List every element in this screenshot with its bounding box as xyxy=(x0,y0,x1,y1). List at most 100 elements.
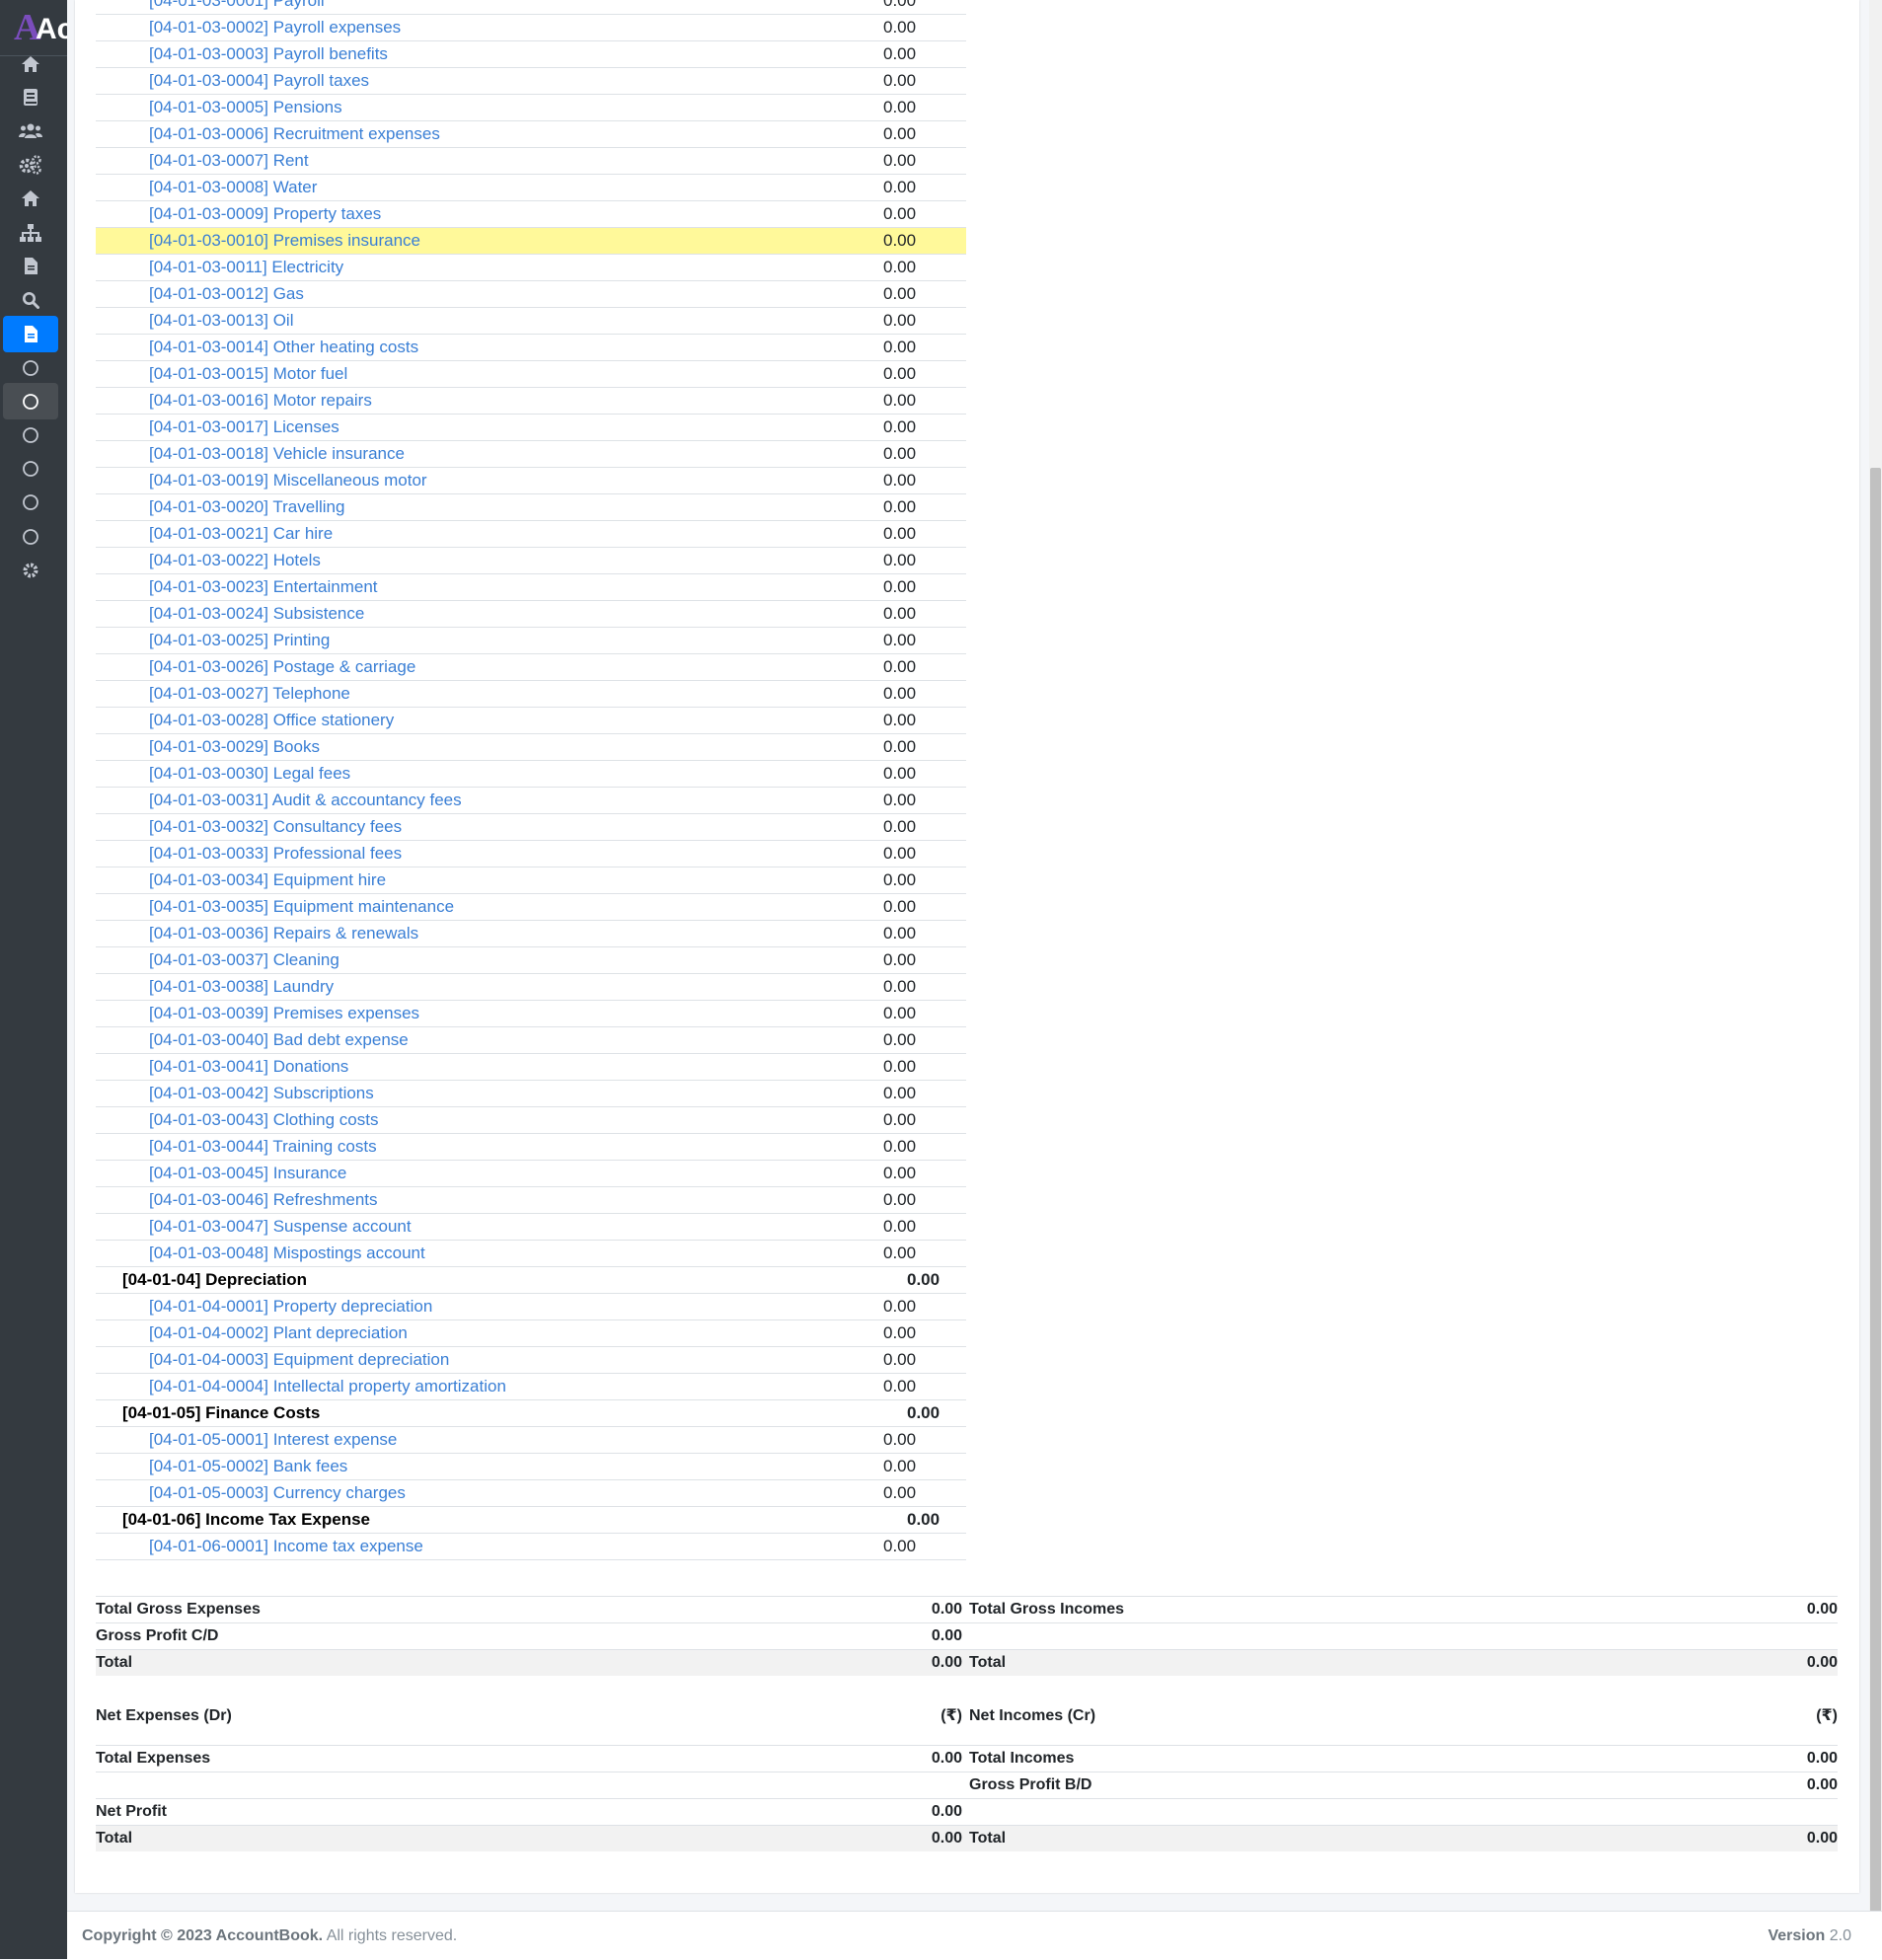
account-link[interactable]: [04-01-03-0029] Books xyxy=(149,734,320,760)
account-row: [04-01-05-0001] Interest expense 0.00 xyxy=(96,1427,966,1454)
account-link[interactable]: [04-01-03-0039] Premises expenses xyxy=(149,1001,419,1026)
account-link[interactable]: [04-01-03-0011] Electricity xyxy=(149,255,343,280)
sidebar-item-15[interactable] xyxy=(3,518,58,555)
account-link[interactable]: [04-01-03-0012] Gas xyxy=(149,281,304,307)
account-link[interactable]: [04-01-03-0023] Entertainment xyxy=(149,574,378,600)
sidebar-item-4[interactable] xyxy=(3,146,58,183)
account-link[interactable]: [04-01-03-0009] Property taxes xyxy=(149,201,381,227)
group-name: [04-01-05] Finance Costs xyxy=(122,1403,321,1422)
account-link[interactable]: [04-01-03-0033] Professional fees xyxy=(149,841,402,867)
group-row: [04-01-06] Income Tax Expense 0.00 xyxy=(96,1507,966,1534)
account-link[interactable]: [04-01-03-0003] Payroll benefits xyxy=(149,41,388,67)
account-row: [04-01-03-0015] Motor fuel 0.00 xyxy=(96,361,966,388)
account-link[interactable]: [04-01-03-0031] Audit & accountancy fees xyxy=(149,788,462,813)
account-link[interactable]: [04-01-03-0018] Vehicle insurance xyxy=(149,441,405,467)
total-right-value: 0.00 xyxy=(1806,1654,1838,1671)
account-amount: 0.00 xyxy=(883,1297,917,1316)
account-link[interactable]: [04-01-05-0002] Bank fees xyxy=(149,1454,347,1479)
account-link[interactable]: [04-01-03-0021] Car hire xyxy=(149,521,333,547)
account-link[interactable]: [04-01-03-0044] Training costs xyxy=(149,1134,377,1160)
account-link[interactable]: [04-01-03-0025] Printing xyxy=(149,628,330,653)
sidebar-item-5[interactable] xyxy=(3,180,58,216)
account-link[interactable]: [04-01-03-0024] Subsistence xyxy=(149,601,364,627)
account-link[interactable]: [04-01-04-0002] Plant depreciation xyxy=(149,1320,408,1346)
account-row: [04-01-03-0008] Water 0.00 xyxy=(96,175,966,201)
total-expenses-value: 0.00 xyxy=(931,1750,962,1767)
account-link[interactable]: [04-01-03-0032] Consultancy fees xyxy=(149,814,402,840)
account-link[interactable]: [04-01-03-0008] Water xyxy=(149,175,317,200)
account-link[interactable]: [04-01-03-0022] Hotels xyxy=(149,548,321,573)
sidebar-item-16[interactable] xyxy=(3,552,58,588)
circle-icon xyxy=(22,393,39,411)
final-total-right-value: 0.00 xyxy=(1806,1830,1838,1847)
account-link[interactable]: [04-01-05-0003] Currency charges xyxy=(149,1480,406,1506)
account-link[interactable]: [04-01-04-0004] Intellectal property amo… xyxy=(149,1374,506,1399)
account-link[interactable]: [04-01-03-0027] Telephone xyxy=(149,681,350,707)
sidebar-item-11[interactable] xyxy=(3,383,58,419)
account-amount: 0.00 xyxy=(883,791,917,809)
home-icon xyxy=(21,55,40,73)
gear-icon xyxy=(22,562,39,579)
account-link[interactable]: [04-01-03-0036] Repairs & renewals xyxy=(149,921,418,946)
account-link[interactable]: [04-01-03-0016] Motor repairs xyxy=(149,388,372,414)
account-link[interactable]: [04-01-03-0037] Cleaning xyxy=(149,947,339,973)
account-link[interactable]: [04-01-03-0026] Postage & carriage xyxy=(149,654,415,680)
account-link[interactable]: [04-01-03-0015] Motor fuel xyxy=(149,361,347,387)
account-link[interactable]: [04-01-03-0013] Oil xyxy=(149,308,293,334)
account-row: [04-01-03-0034] Equipment hire 0.00 xyxy=(96,867,966,894)
account-link[interactable]: [04-01-03-0034] Equipment hire xyxy=(149,867,386,893)
account-row: [04-01-03-0022] Hotels 0.00 xyxy=(96,548,966,574)
sidebar-item-12[interactable] xyxy=(3,416,58,453)
account-amount: 0.00 xyxy=(883,151,917,170)
account-row: [04-01-03-0046] Refreshments 0.00 xyxy=(96,1187,966,1214)
account-link[interactable]: [04-01-03-0017] Licenses xyxy=(149,415,339,440)
account-link[interactable]: [04-01-03-0020] Travelling xyxy=(149,494,344,520)
account-link[interactable]: [04-01-03-0007] Rent xyxy=(149,148,309,174)
account-link[interactable]: [04-01-03-0019] Miscellaneous motor xyxy=(149,468,427,493)
total-gross-incomes-value: 0.00 xyxy=(1806,1601,1838,1618)
account-link[interactable]: [04-01-03-0014] Other heating costs xyxy=(149,335,418,360)
sidebar-item-2[interactable] xyxy=(3,79,58,115)
sidebar-item-3[interactable] xyxy=(3,113,58,149)
sidebar-item-6[interactable] xyxy=(3,214,58,251)
account-link[interactable]: [04-01-03-0038] Laundry xyxy=(149,974,334,1000)
account-link[interactable]: [04-01-03-0040] Bad debt expense xyxy=(149,1027,409,1053)
account-link[interactable]: [04-01-06-0001] Income tax expense xyxy=(149,1534,423,1559)
sidebar-item-14[interactable] xyxy=(3,484,58,520)
sidebar-item-13[interactable] xyxy=(3,450,58,487)
account-link[interactable]: [04-01-03-0002] Payroll expenses xyxy=(149,15,401,40)
sidebar-item-8[interactable] xyxy=(3,281,58,318)
account-link[interactable]: [04-01-03-0035] Equipment maintenance xyxy=(149,894,454,920)
sidebar-item-1[interactable] xyxy=(3,45,58,82)
account-row: [04-01-03-0003] Payroll benefits 0.00 xyxy=(96,41,966,68)
account-link[interactable]: [04-01-03-0043] Clothing costs xyxy=(149,1107,378,1133)
account-link[interactable]: [04-01-03-0048] Mispostings account xyxy=(149,1241,425,1266)
sidebar-item-10[interactable] xyxy=(3,349,58,386)
account-link[interactable]: [04-01-03-0047] Suspense account xyxy=(149,1214,412,1240)
account-link[interactable]: [04-01-03-0030] Legal fees xyxy=(149,761,350,787)
users-icon xyxy=(19,123,42,139)
account-row: [04-01-03-0009] Property taxes 0.00 xyxy=(96,201,966,228)
sidebar-item-9[interactable] xyxy=(3,316,58,352)
account-amount: 0.00 xyxy=(883,577,917,596)
account-link[interactable]: [04-01-03-0005] Pensions xyxy=(149,95,342,120)
account-row: [04-01-03-0029] Books 0.00 xyxy=(96,734,966,761)
account-amount: 0.00 xyxy=(883,657,917,676)
sidebar-item-7[interactable] xyxy=(3,248,58,284)
account-link[interactable]: [04-01-03-0042] Subscriptions xyxy=(149,1081,374,1106)
account-link[interactable]: [04-01-05-0001] Interest expense xyxy=(149,1427,397,1453)
account-link[interactable]: [04-01-03-0028] Office stationery xyxy=(149,708,394,733)
account-link[interactable]: [04-01-03-0006] Recruitment expenses xyxy=(149,121,440,147)
account-link[interactable]: [04-01-03-0010] Premises insurance xyxy=(149,228,420,254)
account-row: [04-01-03-0041] Donations 0.00 xyxy=(96,1054,966,1081)
page-scrollbar-thumb[interactable] xyxy=(1870,468,1881,1959)
account-link[interactable]: [04-01-03-0004] Payroll taxes xyxy=(149,68,369,94)
account-link[interactable]: [04-01-03-0001] Payroll xyxy=(149,0,325,14)
account-link[interactable]: [04-01-04-0001] Property depreciation xyxy=(149,1294,432,1319)
sidebar: A Acc xyxy=(0,0,67,1959)
account-link[interactable]: [04-01-03-0046] Refreshments xyxy=(149,1187,378,1213)
account-row: [04-01-03-0001] Payroll 0.00 xyxy=(96,0,966,15)
account-link[interactable]: [04-01-04-0003] Equipment depreciation xyxy=(149,1347,449,1373)
account-link[interactable]: [04-01-03-0041] Donations xyxy=(149,1054,348,1080)
account-link[interactable]: [04-01-03-0045] Insurance xyxy=(149,1161,346,1186)
